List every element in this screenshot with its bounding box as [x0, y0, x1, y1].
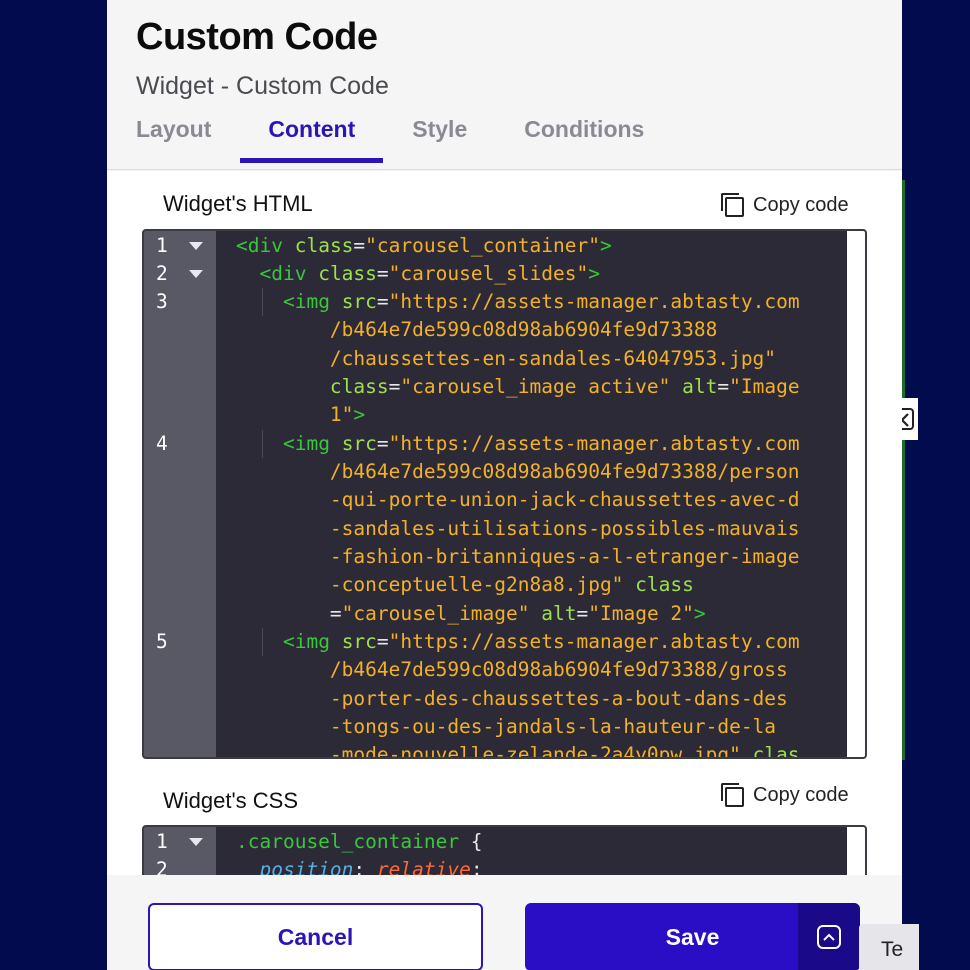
- code-line: -sandales-utilisations-possibles-mauvais: [329, 517, 800, 540]
- code-line: /b464e7de599c08d98ab6904fe9d73388: [329, 318, 718, 341]
- fold-arrow-icon[interactable]: [189, 838, 203, 846]
- copy-css-button[interactable]: Copy code: [721, 783, 849, 807]
- copy-icon: [721, 193, 745, 217]
- save-options-button[interactable]: [798, 903, 860, 970]
- code-line: <img src="https://assets-manager.abtasty…: [282, 432, 800, 455]
- code-line: ="carousel_image" alt="Image 2">: [236, 602, 706, 625]
- panel-header: Custom Code Widget - Custom Code Layout …: [107, 0, 902, 170]
- tab-layout[interactable]: Layout: [136, 116, 211, 163]
- tab-bar: Layout Content Style Conditions: [136, 116, 701, 163]
- code-line: <div class="carousel_container">: [236, 234, 612, 257]
- code-line: -fashion-britanniques-a-l-etranger-image: [329, 545, 800, 568]
- page-edge-line: [902, 180, 905, 760]
- line-number: 2: [156, 858, 168, 875]
- copy-html-button[interactable]: Copy code: [721, 193, 849, 217]
- editor-scrollbar[interactable]: [847, 827, 865, 875]
- tab-content[interactable]: Content: [240, 116, 384, 163]
- code-line: -conceptuelle-g2n8a8.jpg" class: [329, 573, 694, 596]
- save-label: Save: [665, 923, 720, 950]
- chevron-up-icon: [817, 925, 841, 949]
- line-number: 5: [156, 630, 168, 653]
- line-number: 1: [156, 830, 168, 853]
- code-line: .carousel_container {: [236, 830, 483, 853]
- line-number: 4: [156, 432, 168, 455]
- code-line: /b464e7de599c08d98ab6904fe9d73388/gross: [329, 658, 788, 681]
- line-gutter: 1 2: [144, 827, 216, 875]
- editor-scrollbar[interactable]: [847, 231, 865, 757]
- page-subtitle: Widget - Custom Code: [136, 72, 389, 100]
- copy-css-label: Copy code: [753, 783, 849, 806]
- code-line: -tongs-ou-des-jandals-la-hauteur-de-la: [329, 715, 777, 738]
- code-line: -qui-porte-union-jack-chaussettes-avec-d: [329, 488, 800, 511]
- background-strip: [902, 0, 970, 970]
- line-number: 3: [156, 290, 168, 313]
- save-button[interactable]: Save: [525, 903, 860, 970]
- copy-html-label: Copy code: [753, 193, 849, 216]
- code-line: 1">: [329, 403, 366, 426]
- tab-conditions[interactable]: Conditions: [524, 116, 644, 163]
- code-line: <div class="carousel_slides">: [259, 262, 600, 285]
- css-code-editor[interactable]: 1 2 .carousel_container { position: rela…: [142, 825, 867, 875]
- copy-icon: [721, 783, 745, 807]
- line-number: 1: [156, 234, 168, 257]
- panel-footer: Cancel Save: [107, 875, 902, 970]
- widget-editor-panel: Custom Code Widget - Custom Code Layout …: [107, 0, 902, 970]
- page-title: Custom Code: [136, 16, 378, 58]
- html-section-label: Widget's HTML: [163, 191, 313, 216]
- code-line: /chaussettes-en-sandales-64047953.jpg": [329, 347, 777, 370]
- code-line: -mode-nouvelle-zelande-2a4y0pw.jpg" clas: [329, 743, 800, 759]
- code-line: position: relative;: [259, 858, 483, 875]
- code-line: class="carousel_image active" alt="Image: [329, 375, 800, 398]
- content-area: Widget's HTML Copy code 1 2 3 4 5 <div c…: [107, 171, 902, 875]
- code-line: /b464e7de599c08d98ab6904fe9d73388/person: [329, 460, 800, 483]
- fold-arrow-icon[interactable]: [189, 242, 203, 250]
- code-line: -porter-des-chaussettes-a-bout-dans-des: [329, 687, 788, 710]
- code-line: <img src="https://assets-manager.abtasty…: [282, 630, 800, 653]
- tab-style[interactable]: Style: [412, 116, 467, 163]
- cancel-button[interactable]: Cancel: [148, 903, 483, 970]
- html-code-editor[interactable]: 1 2 3 4 5 <div class="carousel_container…: [142, 229, 867, 759]
- fold-arrow-icon[interactable]: [189, 270, 203, 278]
- css-section-label: Widget's CSS: [163, 788, 299, 813]
- code-line: <img src="https://assets-manager.abtasty…: [282, 290, 800, 313]
- background-tab[interactable]: Te: [859, 924, 919, 970]
- line-number: 2: [156, 262, 168, 285]
- line-gutter: 1 2 3 4 5: [144, 231, 216, 757]
